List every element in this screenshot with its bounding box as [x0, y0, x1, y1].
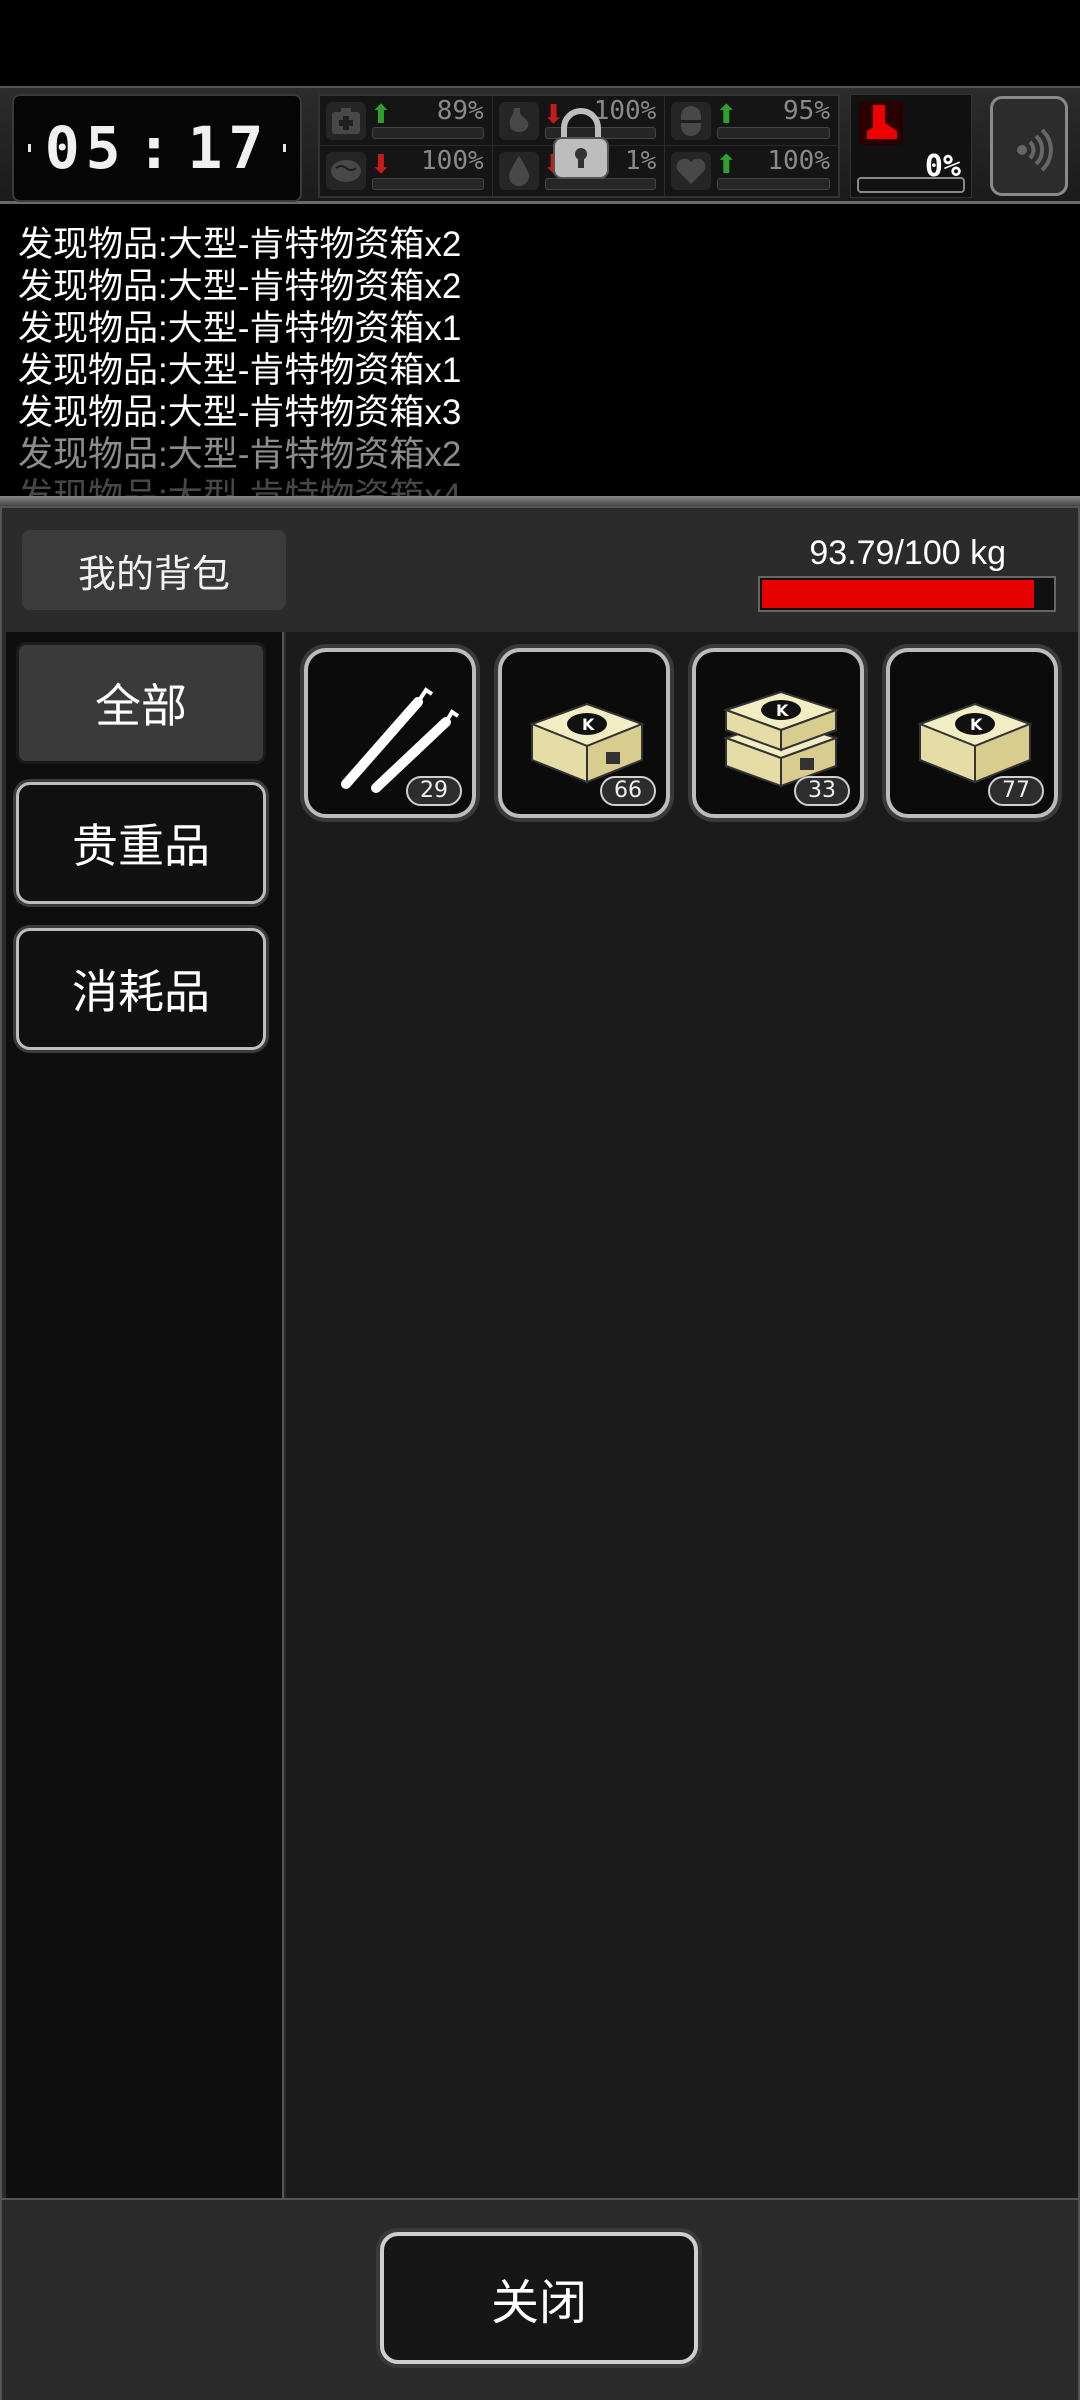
svg-text:K: K	[582, 715, 595, 734]
heart-icon	[671, 152, 712, 190]
stat-value: 100%	[421, 146, 484, 176]
pill-icon	[671, 102, 712, 140]
stat-health: ⬆ 89%	[320, 96, 493, 146]
stat-bar	[717, 178, 830, 190]
stat-medicine: ⬆ 95%	[665, 96, 838, 146]
clock-hours: 05	[44, 114, 127, 182]
inventory-panel: 我的背包 93.79/100 kg 全部 贵重品 消耗品 29 K 66 K 3…	[0, 506, 1080, 2400]
stat-bar	[372, 178, 484, 190]
water-drop-icon	[498, 152, 539, 190]
log-line: 发现物品:大型-肯特物资箱x1	[18, 351, 462, 390]
status-hud: 05 : 17 ⬆ 89% ⬇ 100% ⬆ 95% ⬇ 100% 1% ⬆ 1…	[0, 86, 1080, 204]
svg-text:K: K	[776, 701, 789, 720]
arrow-up-icon: ⬆	[715, 100, 738, 130]
stat-bar	[717, 127, 830, 139]
stat-heart: ⬆ 100%	[665, 146, 838, 196]
item-count: 77	[988, 776, 1044, 806]
arrow-down-icon: ⬇	[370, 150, 392, 180]
log-line: 发现物品:大型-肯特物资箱x2	[18, 267, 462, 306]
clock-dash-left	[28, 144, 31, 152]
stat-value: 95%	[783, 96, 830, 126]
clock-minutes: 17	[187, 114, 270, 182]
radio-button[interactable]	[990, 96, 1068, 196]
signal-icon	[1017, 128, 1053, 172]
brain-icon	[326, 152, 366, 190]
item-slot[interactable]: K 66	[498, 648, 670, 818]
discovery-log: 发现物品:大型-肯特物资箱x2 发现物品:大型-肯特物资箱x2 发现物品:大型-…	[0, 204, 1080, 500]
tab-all[interactable]: 全部	[16, 642, 266, 764]
item-count: 33	[794, 776, 850, 806]
stat-bar	[372, 127, 484, 139]
stat-value: 89%	[436, 96, 484, 126]
category-sidebar: 全部 贵重品 消耗品	[6, 632, 284, 2198]
svg-text:K: K	[970, 715, 983, 734]
item-slot[interactable]: K 77	[886, 648, 1058, 818]
clock-colon: :	[136, 114, 178, 182]
game-clock: 05 : 17	[12, 94, 302, 202]
clock-dash-right	[283, 144, 286, 152]
divider	[0, 496, 1080, 506]
panel-footer: 关闭	[2, 2198, 1078, 2400]
item-grid: 29 K 66 K 33 K 77	[286, 632, 1078, 2198]
tab-valuables[interactable]: 贵重品	[16, 782, 266, 904]
item-count: 66	[600, 776, 656, 806]
medkit-icon	[326, 102, 366, 140]
weight-bar-fill	[762, 580, 1034, 608]
log-line: 发现物品:大型-肯特物资箱x1	[18, 309, 462, 348]
arrow-up-icon: ⬆	[715, 150, 738, 180]
stat-value: 1%	[625, 146, 657, 176]
log-line: 发现物品:大型-肯特物资箱x2	[18, 435, 462, 474]
weight-bar	[758, 576, 1056, 612]
item-slot[interactable]: K 33	[692, 648, 864, 818]
arrow-up-icon: ⬆	[370, 100, 392, 130]
stat-value: 100%	[767, 146, 830, 176]
stamina-panel: 0%	[850, 94, 972, 198]
weight-label: 93.79/100 kg	[809, 534, 1006, 572]
close-button[interactable]: 关闭	[380, 2232, 698, 2364]
item-count: 29	[406, 776, 462, 806]
stomach-icon	[498, 102, 539, 140]
stamina-bar	[857, 177, 965, 193]
item-slot[interactable]: 29	[304, 648, 476, 818]
stat-sanity: ⬇ 100%	[320, 146, 493, 196]
tab-consumables[interactable]: 消耗品	[16, 928, 266, 1050]
inventory-title: 我的背包	[22, 530, 286, 610]
lock-icon[interactable]	[548, 108, 614, 180]
log-line: 发现物品:大型-肯特物资箱x3	[18, 393, 462, 432]
log-line: 发现物品:大型-肯特物资箱x2	[18, 225, 462, 264]
boot-icon	[859, 101, 903, 145]
